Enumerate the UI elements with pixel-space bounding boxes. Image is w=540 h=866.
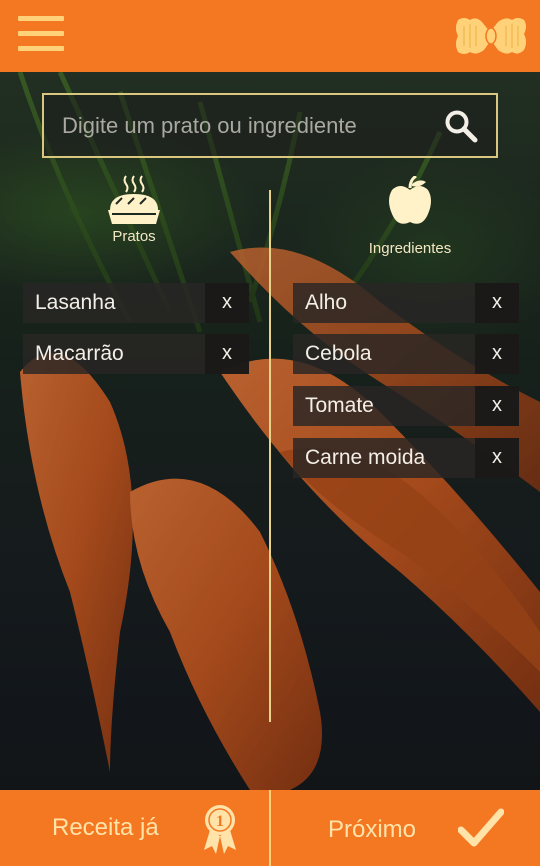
ingrediente-chip-label: Carne moida xyxy=(305,446,426,469)
bottom-bar: Receita já 1 Próximo xyxy=(0,790,540,866)
ingrediente-chip: Alho x xyxy=(293,283,519,323)
remove-button[interactable]: x xyxy=(475,334,519,374)
search-box[interactable] xyxy=(42,93,498,158)
ingrediente-chip: Cebola x xyxy=(293,334,519,374)
pratos-header[interactable]: Pratos xyxy=(84,174,184,258)
pie-icon xyxy=(108,175,160,224)
search-input[interactable] xyxy=(62,107,432,145)
top-bar xyxy=(0,0,540,72)
remove-button[interactable]: x xyxy=(475,386,519,426)
ingrediente-chip-label: Tomate xyxy=(305,394,374,417)
prato-chip-label: Macarrão xyxy=(35,342,124,365)
proximo-label: Próximo xyxy=(328,816,417,843)
menu-icon[interactable] xyxy=(18,16,64,52)
ingrediente-chip: Tomate x xyxy=(293,386,519,426)
medal-number: 1 xyxy=(216,813,224,830)
receita-ja-label: Receita já xyxy=(52,814,159,841)
ingredientes-label: Ingredientes xyxy=(368,240,452,257)
prato-chip: Lasanha x xyxy=(23,283,249,323)
ingrediente-chip-label: Cebola xyxy=(305,342,372,365)
check-icon xyxy=(458,808,504,847)
ingrediente-chip: Carne moida x xyxy=(293,438,519,478)
prato-chip: Macarrão x xyxy=(23,334,249,374)
pratos-label: Pratos xyxy=(112,228,156,245)
ingredientes-header[interactable]: Ingredientes xyxy=(350,176,470,260)
ingrediente-chip-label: Alho xyxy=(305,291,348,314)
proximo-button[interactable]: Próximo xyxy=(271,790,540,866)
medal-icon: 1 xyxy=(204,805,236,854)
remove-button[interactable]: x xyxy=(475,438,519,478)
apple-icon xyxy=(389,176,431,224)
remove-button[interactable]: x xyxy=(475,283,519,323)
search-icon[interactable] xyxy=(444,109,478,143)
pasta-icon xyxy=(456,18,526,54)
column-divider xyxy=(269,190,271,722)
remove-button[interactable]: x xyxy=(205,334,249,374)
receita-ja-button[interactable]: Receita já 1 xyxy=(0,790,269,866)
prato-chip-label: Lasanha xyxy=(35,291,116,314)
remove-button[interactable]: x xyxy=(205,283,249,323)
